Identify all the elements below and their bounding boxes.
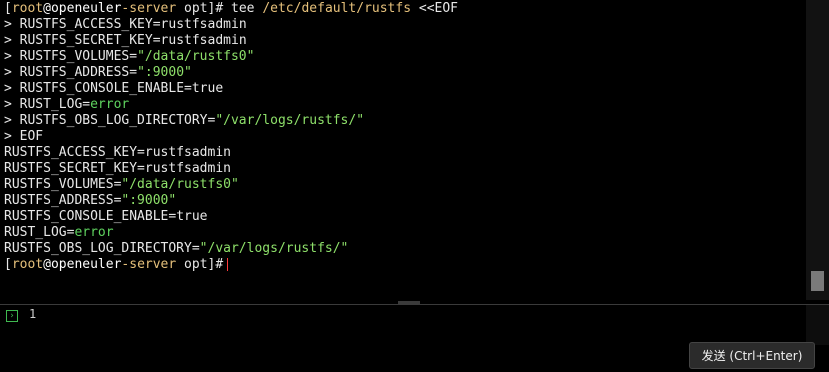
current-prompt-line: [root@openeuler-server opt]# [4,257,458,273]
env-key: RUST_LOG= [4,225,75,240]
output-line: RUSTFS_ACCESS_KEY=rustfsadmin [4,145,458,161]
env-value: ":9000" [121,193,177,208]
output-line: RUSTFS_VOLUMES="/data/rustfs0" [4,177,458,193]
heredoc-line: > RUST_LOG=error [4,97,458,113]
command-heredoc: <<EOF [411,1,459,16]
heredoc-prefix: > [4,49,20,64]
env-key: RUSTFS_SECRET_KEY= [4,161,145,176]
output-line: RUSTFS_CONSOLE_ENABLE=true [4,209,458,225]
env-key: RUSTFS_ADDRESS= [4,193,122,208]
scrollbar-thumb[interactable] [811,271,824,291]
heredoc-line: > RUSTFS_SECRET_KEY=rustfsadmin [4,33,458,49]
env-key: RUSTFS_OBS_LOG_DIRECTORY= [19,113,216,128]
env-key: RUSTFS_ACCESS_KEY= [4,145,145,160]
env-key: RUST_LOG= [19,97,91,112]
env-value: true [191,81,224,96]
env-value: "/data/rustfs0" [121,177,239,192]
heredoc-end-line: > EOF [4,129,44,144]
line-number: 1 [29,307,37,321]
heredoc-line: > RUSTFS_ADDRESS=":9000" [4,65,458,81]
env-key: RUSTFS_CONSOLE_ENABLE= [19,81,192,96]
env-value: true [176,209,208,224]
env-value: "/data/rustfs0" [137,49,255,64]
command-line: [root@openeuler-server opt]# tee /etc/de… [4,1,458,17]
send-button[interactable]: 发送 (Ctrl+Enter) [689,342,815,369]
heredoc-prefix: > [4,17,20,32]
heredoc-line: > RUSTFS_CONSOLE_ENABLE=true [4,81,458,97]
env-key: RUSTFS_VOLUMES= [19,49,138,64]
terminal-prompt-icon: › [6,310,18,322]
heredoc-line: > RUSTFS_OBS_LOG_DIRECTORY="/var/logs/ru… [4,113,458,129]
heredoc-lines: > RUSTFS_ACCESS_KEY=rustfsadmin > RUSTFS_… [4,17,458,129]
env-value: error [90,97,130,112]
env-key: RUSTFS_OBS_LOG_DIRECTORY= [4,241,200,256]
prompt-bracket-close: ]# [207,257,224,272]
output-line: RUSTFS_SECRET_KEY=rustfsadmin [4,161,458,177]
input-scrollbar[interactable] [806,305,829,345]
prompt-bracket-open: [ [4,257,12,272]
heredoc-prefix: > [4,81,20,96]
prompt-host-suffix: server [129,257,177,272]
terminal-lines: [root@openeuler-server opt]# tee /etc/de… [4,1,458,273]
command-text: tee [223,1,263,16]
output-line: RUSTFS_ADDRESS=":9000" [4,193,458,209]
prompt-at: @ [43,257,51,272]
prompt-dir: opt [176,1,208,16]
output-lines: RUSTFS_ACCESS_KEY=rustfsadmin RUSTFS_SECR… [4,145,458,257]
terminal-scrollbar[interactable] [806,0,829,300]
prompt-at: @ [43,1,51,16]
env-key: RUSTFS_ACCESS_KEY= [19,17,161,32]
prompt-bracket-close: ]# [207,1,224,16]
prompt-user: root [11,257,44,272]
text-cursor [227,258,229,271]
env-key: RUSTFS_VOLUMES= [4,177,122,192]
command-file-path: /etc/default/rustfs [262,1,412,16]
env-value: rustfsadmin [160,33,247,48]
env-value: rustfsadmin [160,17,247,32]
prompt-host-suffix: server [129,1,177,16]
heredoc-line: > RUSTFS_VOLUMES="/data/rustfs0" [4,49,458,65]
prompt-host: openeuler [50,257,122,272]
terminal-output[interactable]: [root@openeuler-server opt]# tee /etc/de… [0,0,806,300]
heredoc-prefix: > [4,97,20,112]
output-line: RUST_LOG=error [4,225,458,241]
prompt-user: root [11,1,44,16]
heredoc-prefix: > [4,65,20,80]
env-value: rustfsadmin [144,161,231,176]
env-key: RUSTFS_ADDRESS= [19,65,138,80]
env-value: error [74,225,114,240]
command-input-panel[interactable]: › 1 发送 (Ctrl+Enter) [0,305,829,372]
heredoc-prefix: > [4,113,20,128]
env-value: "/var/logs/rustfs/" [215,113,365,128]
env-key: RUSTFS_SECRET_KEY= [19,33,161,48]
prompt-dir: opt [176,257,208,272]
prompt-host: openeuler [50,1,122,16]
env-value: ":9000" [137,65,192,80]
env-key: RUSTFS_CONSOLE_ENABLE= [4,209,177,224]
env-value: "/var/logs/rustfs/" [199,241,349,256]
env-value: rustfsadmin [144,145,231,160]
heredoc-line: > RUSTFS_ACCESS_KEY=rustfsadmin [4,17,458,33]
output-line: RUSTFS_OBS_LOG_DIRECTORY="/var/logs/rust… [4,241,458,257]
prompt-bracket-open: [ [4,1,12,16]
heredoc-prefix: > [4,33,20,48]
